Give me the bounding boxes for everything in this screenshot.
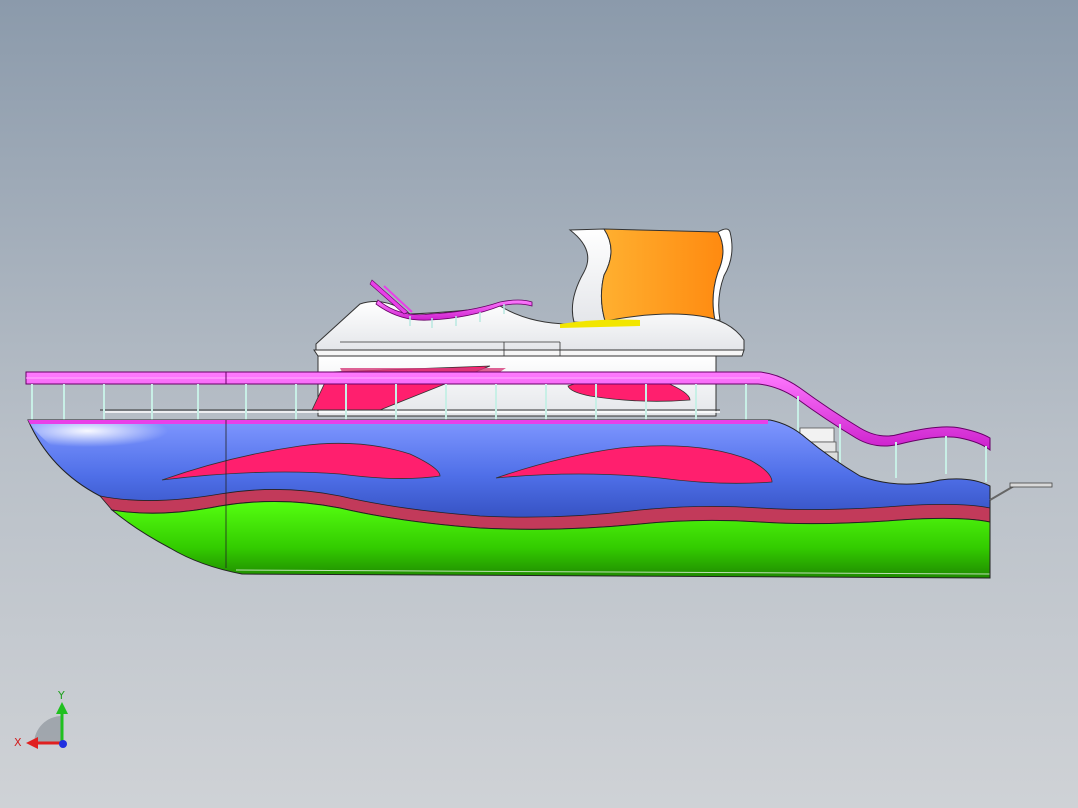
triad-shade	[34, 716, 62, 744]
main-cabin[interactable]	[311, 355, 717, 417]
y-axis-label: Y	[57, 689, 65, 702]
stern-rod	[989, 482, 1053, 501]
hull-top-magenta-edge	[28, 420, 768, 424]
hull[interactable]	[27, 419, 991, 579]
yacht-3d-model[interactable]	[0, 0, 1078, 808]
flybridge-deck-edge	[313, 349, 745, 357]
cad-graphics-viewport[interactable]: Y X	[0, 0, 1078, 808]
funnel-orange-panel	[600, 228, 724, 325]
funnel-stack[interactable]	[568, 228, 733, 325]
z-axis-dot	[59, 740, 67, 748]
x-axis-label: X	[14, 736, 22, 749]
coordinate-triad[interactable]: Y X	[10, 686, 80, 758]
cabin-side-tint	[340, 368, 506, 372]
